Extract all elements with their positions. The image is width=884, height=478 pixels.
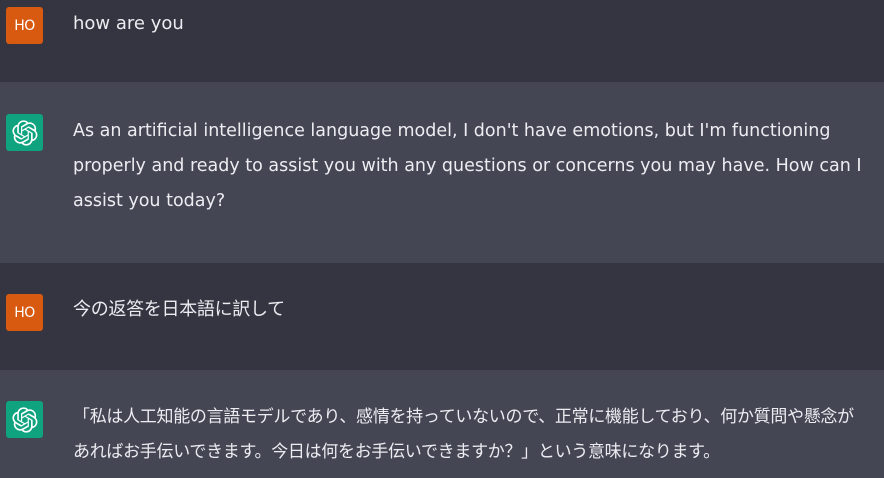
user-avatar-initials: HO <box>14 17 35 34</box>
openai-logo-icon <box>11 119 37 146</box>
user-avatar: HO <box>6 294 43 331</box>
message-row-user: HO how are you <box>0 0 884 82</box>
user-avatar-initials: HO <box>14 304 35 321</box>
user-avatar: HO <box>6 7 43 44</box>
message-text: 「私は人工知能の言語モデルであり、感情を持っていないので、正常に機能しており、何… <box>73 407 854 462</box>
message-row-assistant: 「私は人工知能の言語モデルであり、感情を持っていないので、正常に機能しており、何… <box>0 370 884 478</box>
message-row-assistant: As an artificial intelligence language m… <box>0 82 884 263</box>
openai-logo-icon <box>11 406 37 433</box>
message-text: 今の返答を日本語に訳して <box>73 299 285 320</box>
message-text: As an artificial intelligence language m… <box>73 121 862 211</box>
assistant-avatar <box>6 401 43 438</box>
assistant-avatar <box>6 114 43 151</box>
message-text: how are you <box>73 13 184 34</box>
message-row-user: HO 今の返答を日本語に訳して <box>0 263 884 370</box>
